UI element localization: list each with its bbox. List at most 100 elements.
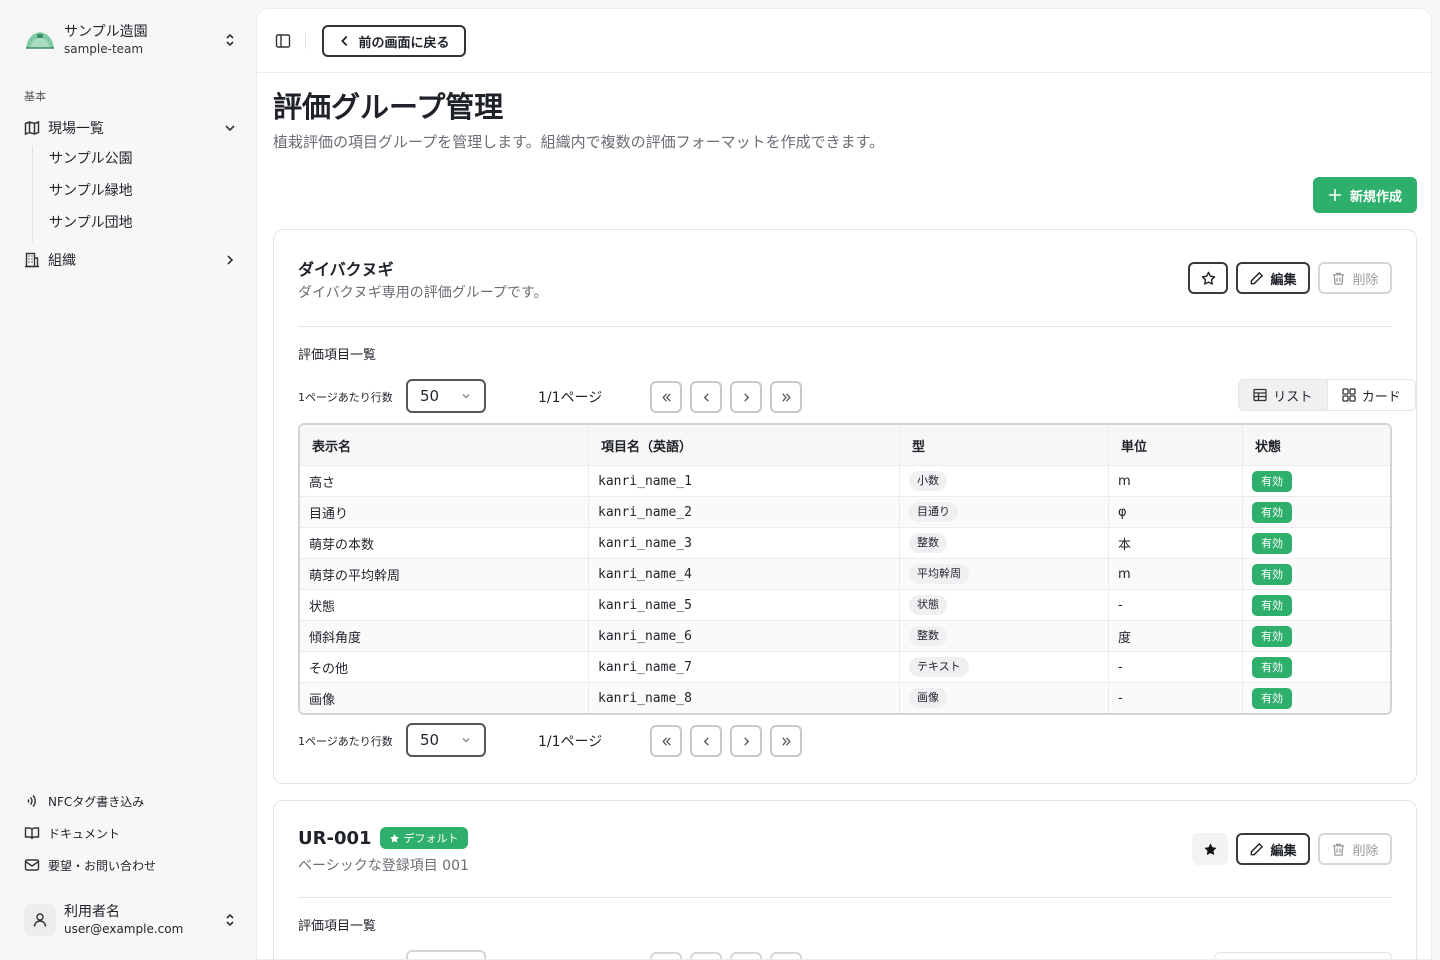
chevrons-left-icon (661, 392, 671, 402)
next-page-button[interactable] (730, 725, 762, 757)
table-header: 表示名 項目名（英語） 型 単位 状態 (300, 425, 1390, 465)
user-email: user@example.com (64, 922, 184, 936)
column-header[interactable]: 表示名 (300, 425, 589, 465)
view-card-label: カード (1361, 389, 1401, 405)
new-group-button[interactable]: 新規作成 (1313, 177, 1417, 213)
chevron-left-icon (341, 36, 348, 46)
table-row[interactable]: 萌芽の本数 kanri_name_3 整数 本 有効 (300, 527, 1390, 558)
type-chip: 状態 (909, 595, 947, 615)
sidebar-item-docs[interactable]: ドキュメント (24, 823, 120, 843)
view-list-button[interactable]: リスト (1239, 380, 1327, 410)
delete-button[interactable]: 削除 (1318, 262, 1392, 294)
favorite-button[interactable] (1192, 833, 1228, 865)
prev-page-button[interactable] (690, 725, 722, 757)
view-card-button[interactable]: カード (1328, 380, 1416, 410)
cell-status: 有効 (1243, 497, 1390, 527)
page-info: 1/1ページ (538, 390, 603, 406)
cell-status: 有効 (1243, 590, 1390, 620)
rows-per-page-select[interactable] (406, 950, 486, 959)
mail-icon (24, 859, 40, 871)
team-switcher[interactable]: サンプル造園 sample-team (24, 22, 238, 58)
chevron-down-icon (462, 394, 470, 399)
sidebar-subitem-site[interactable]: サンプル団地 (49, 212, 133, 234)
sidebar-item-org[interactable]: 組織 (24, 248, 238, 272)
sidebar-subitem-site[interactable]: サンプル公園 (49, 148, 133, 170)
first-page-button[interactable] (650, 725, 682, 757)
table-row[interactable]: 状態 kanri_name_5 状態 - 有効 (300, 589, 1390, 620)
table-row[interactable]: 目通り kanri_name_2 目通り φ 有効 (300, 496, 1390, 527)
team-name: サンプル造園 (64, 24, 148, 40)
sidebar-subitem-site[interactable]: サンプル緑地 (49, 180, 133, 202)
group-card: ダイバクヌギ ダイバクヌギ専用の評価グループです。 編集 削除 評価項目一覧 1… (273, 229, 1417, 784)
cell-unit: - (1109, 683, 1243, 713)
column-header[interactable]: 状態 (1243, 425, 1390, 465)
delete-label: 削除 (1352, 843, 1379, 859)
pagination-bottom: 1ページあたり行数 50 1/1ページ (298, 723, 1392, 757)
type-chip: 画像 (909, 688, 947, 708)
cell-status: 有効 (1243, 528, 1390, 558)
sidebar-item-nfc[interactable]: NFCタグ書き込み (24, 791, 144, 811)
last-page-button[interactable] (770, 725, 802, 757)
rows-per-page-select[interactable]: 50 (406, 723, 486, 757)
sidebar-item-sites[interactable]: 現場一覧 (24, 116, 238, 140)
view-toggle[interactable] (1214, 952, 1392, 959)
cell-status: 有効 (1243, 652, 1390, 682)
prev-page-button[interactable] (690, 381, 722, 413)
sidebar-item-contact[interactable]: 要望・お問い合わせ (24, 855, 156, 875)
cell-key: kanri_name_5 (589, 590, 900, 620)
status-badge: 有効 (1252, 532, 1292, 554)
next-page-button[interactable] (730, 952, 762, 959)
cell-key: kanri_name_8 (589, 683, 900, 713)
type-chip: 整数 (909, 626, 947, 646)
column-header[interactable]: 単位 (1109, 425, 1243, 465)
pagination-top: 1ページあたり行数 50 1/1ページ リスト カード (298, 379, 1416, 413)
table-row[interactable]: 傾斜角度 kanri_name_6 整数 度 有効 (300, 620, 1390, 651)
delete-button[interactable]: 削除 (1318, 833, 1392, 865)
type-chip: 整数 (909, 533, 947, 553)
rows-per-page-select[interactable]: 50 (406, 379, 486, 413)
table-row[interactable]: 画像 kanri_name_8 画像 - 有効 (300, 682, 1390, 713)
column-header[interactable]: 項目名（英語） (589, 425, 900, 465)
edit-button[interactable]: 編集 (1236, 262, 1310, 294)
cell-display-name: 画像 (300, 683, 589, 713)
next-page-button[interactable] (730, 381, 762, 413)
cell-type: 整数 (900, 528, 1109, 558)
team-logo-icon (24, 26, 56, 54)
group-description: ベーシックな登録項目 001 (298, 858, 469, 874)
rows-per-page-label: 1ページあたり行数 (298, 391, 393, 404)
group-title: UR-001 デフォルト (298, 827, 468, 849)
chevrons-up-down-icon (226, 913, 234, 927)
prev-page-button[interactable] (690, 952, 722, 959)
chevrons-left-icon (661, 736, 671, 746)
group-description: ダイバクヌギ専用の評価グループです。 (298, 285, 548, 301)
divider (298, 326, 1392, 327)
avatar (24, 904, 56, 936)
back-button-label: 前の画面に戻る (358, 35, 450, 51)
table-row[interactable]: 萌芽の平均幹周 kanri_name_4 平均幹周 m 有効 (300, 558, 1390, 589)
edit-button[interactable]: 編集 (1236, 833, 1310, 865)
column-header[interactable]: 型 (900, 425, 1109, 465)
table-row[interactable]: その他 kanri_name_7 テキスト - 有効 (300, 651, 1390, 682)
cell-status: 有効 (1243, 559, 1390, 589)
grid-icon (1342, 388, 1356, 402)
sidebar: サンプル造園 sample-team 基本 現場一覧 サンプル公園 サンプル緑地… (0, 0, 256, 960)
chevron-down-icon (225, 125, 235, 132)
last-page-button[interactable] (770, 952, 802, 959)
topbar: 前の画面に戻る (257, 9, 1431, 73)
status-badge: 有効 (1252, 501, 1292, 523)
sidebar-toggle-icon[interactable] (275, 33, 291, 49)
table-row[interactable]: 高さ kanri_name_1 小数 m 有効 (300, 465, 1390, 496)
table-icon (1253, 388, 1267, 402)
first-page-button[interactable] (650, 381, 682, 413)
cell-key: kanri_name_7 (589, 652, 900, 682)
pencil-icon (1251, 842, 1264, 855)
back-button[interactable]: 前の画面に戻る (322, 25, 466, 57)
sidebar-item-label: 組織 (48, 253, 76, 269)
cell-unit: m (1109, 559, 1243, 589)
first-page-button[interactable] (650, 952, 682, 959)
user-menu[interactable]: 利用者名 user@example.com (24, 900, 238, 940)
last-page-button[interactable] (770, 381, 802, 413)
view-toggle: リスト カード (1238, 379, 1416, 411)
favorite-button[interactable] (1188, 262, 1228, 294)
chevron-down-icon (462, 738, 470, 743)
